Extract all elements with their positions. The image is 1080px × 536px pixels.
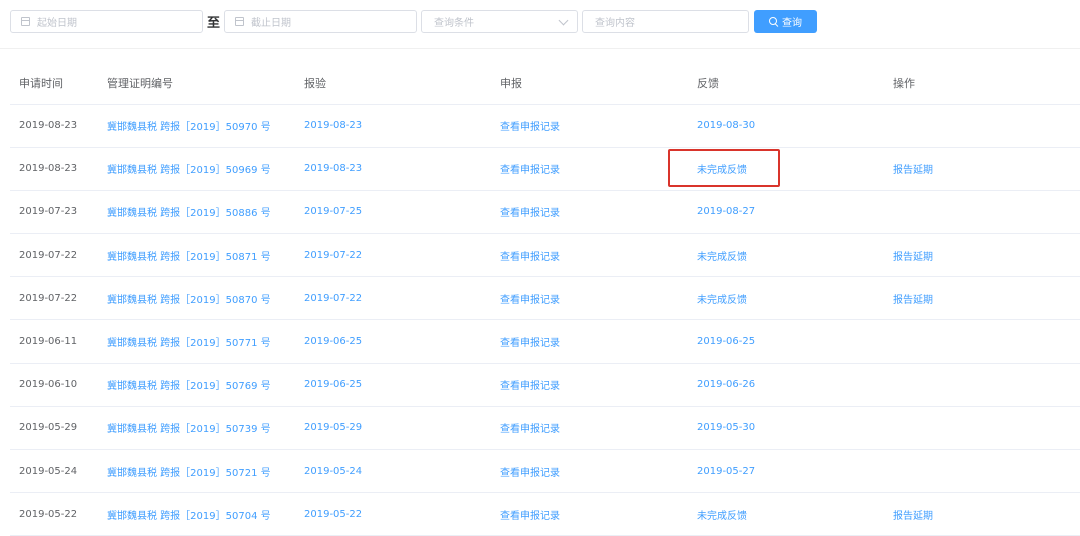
column-header-actions: 操作 bbox=[884, 62, 1080, 105]
inspection-date-link[interactable]: 2019-07-22 bbox=[295, 276, 491, 321]
report-delay-link[interactable]: 报告延期 bbox=[884, 492, 1080, 536]
feedback-link[interactable]: 2019-05-27 bbox=[688, 449, 884, 494]
view-declaration-link[interactable]: 查看申报记录 bbox=[491, 492, 688, 536]
cert-number-link[interactable]: 冀邯魏县税 跨报［2019］50870 号 bbox=[98, 276, 295, 321]
report-delay-link bbox=[884, 449, 1080, 494]
table-row: 2019-06-11 冀邯魏县税 跨报［2019］50771 号 2019-06-2… bbox=[10, 319, 1080, 364]
table-row: 2019-07-22 冀邯魏县税 跨报［2019］50871 号 2019-07-2… bbox=[10, 233, 1080, 278]
apply-time-cell: 2019-08-23 bbox=[10, 147, 98, 191]
view-declaration-link[interactable]: 查看申报记录 bbox=[491, 104, 688, 148]
start-date-placeholder: 起始日期 bbox=[37, 18, 77, 29]
feedback-link[interactable]: 未完成反馈 bbox=[688, 492, 884, 536]
table-row: 2019-05-29 冀邯魏县税 跨报［2019］50739 号 2019-05-2… bbox=[10, 406, 1080, 451]
cert-number-link[interactable]: 冀邯魏县税 跨报［2019］50970 号 bbox=[98, 104, 295, 148]
inspection-date-link[interactable]: 2019-07-25 bbox=[295, 190, 491, 235]
table-row: 2019-07-23 冀邯魏县税 跨报［2019］50886 号 2019-07-2… bbox=[10, 190, 1080, 235]
end-date-input[interactable]: 截止日期 bbox=[224, 10, 417, 33]
content-input[interactable]: 查询内容 bbox=[582, 10, 749, 33]
report-delay-link bbox=[884, 363, 1080, 407]
apply-time-cell: 2019-05-29 bbox=[10, 406, 98, 451]
start-date-input[interactable]: 起始日期 bbox=[10, 10, 203, 33]
column-header-feedback: 反馈 bbox=[688, 62, 884, 105]
cert-number-link[interactable]: 冀邯魏县税 跨报［2019］50871 号 bbox=[98, 233, 295, 278]
inspection-date-link[interactable]: 2019-06-25 bbox=[295, 319, 491, 364]
cert-number-link[interactable]: 冀邯魏县税 跨报［2019］50969 号 bbox=[98, 147, 295, 191]
search-button-label: 查询 bbox=[782, 18, 802, 29]
column-header-cert-number: 管理证明编号 bbox=[98, 62, 295, 105]
view-declaration-link[interactable]: 查看申报记录 bbox=[491, 233, 688, 278]
calendar-icon bbox=[235, 17, 244, 26]
report-delay-link bbox=[884, 104, 1080, 148]
condition-select[interactable]: 查询条件 bbox=[421, 10, 578, 33]
end-date-placeholder: 截止日期 bbox=[251, 18, 291, 29]
apply-time-cell: 2019-05-24 bbox=[10, 449, 98, 494]
feedback-link[interactable]: 2019-05-30 bbox=[688, 406, 884, 451]
apply-time-cell: 2019-07-22 bbox=[10, 233, 98, 278]
feedback-link[interactable]: 未完成反馈 bbox=[688, 276, 884, 321]
cert-number-link[interactable]: 冀邯魏县税 跨报［2019］50721 号 bbox=[98, 449, 295, 494]
inspection-date-link[interactable]: 2019-05-24 bbox=[295, 449, 491, 494]
records-table: 申请时间 管理证明编号 报验 申报 反馈 操作 2019-08-23 冀邯魏县税 … bbox=[10, 62, 1080, 536]
view-declaration-link[interactable]: 查看申报记录 bbox=[491, 276, 688, 321]
search-icon bbox=[769, 16, 777, 25]
apply-time-cell: 2019-07-22 bbox=[10, 276, 98, 321]
inspection-date-link[interactable]: 2019-08-23 bbox=[295, 104, 491, 148]
feedback-link[interactable]: 未完成反馈 bbox=[688, 147, 884, 191]
inspection-date-link[interactable]: 2019-05-29 bbox=[295, 406, 491, 451]
view-declaration-link[interactable]: 查看申报记录 bbox=[491, 363, 688, 407]
table-header-row: 申请时间 管理证明编号 报验 申报 反馈 操作 bbox=[10, 62, 1080, 105]
condition-placeholder: 查询条件 bbox=[434, 18, 474, 29]
chevron-down-icon bbox=[558, 15, 569, 26]
view-declaration-link[interactable]: 查看申报记录 bbox=[491, 449, 688, 494]
column-header-inspection: 报验 bbox=[295, 62, 491, 105]
table-row: 2019-07-22 冀邯魏县税 跨报［2019］50870 号 2019-07-2… bbox=[10, 276, 1080, 321]
apply-time-cell: 2019-05-22 bbox=[10, 492, 98, 536]
report-delay-link bbox=[884, 190, 1080, 235]
content-placeholder: 查询内容 bbox=[595, 18, 635, 29]
inspection-date-link[interactable]: 2019-05-22 bbox=[295, 492, 491, 536]
table-row: 2019-08-23 冀邯魏县税 跨报［2019］50969 号 2019-08-2… bbox=[10, 147, 1080, 191]
inspection-date-link[interactable]: 2019-06-25 bbox=[295, 363, 491, 407]
column-header-declaration: 申报 bbox=[491, 62, 688, 105]
search-button[interactable]: 查询 bbox=[754, 10, 817, 33]
feedback-link[interactable]: 2019-06-25 bbox=[688, 319, 884, 364]
apply-time-cell: 2019-06-11 bbox=[10, 319, 98, 364]
calendar-icon bbox=[21, 17, 30, 26]
inspection-date-link[interactable]: 2019-07-22 bbox=[295, 233, 491, 278]
filter-toolbar: 起始日期 至 截止日期 查询条件 查询内容 查询 bbox=[0, 0, 1080, 48]
table-row: 2019-05-22 冀邯魏县税 跨报［2019］50704 号 2019-05-2… bbox=[10, 492, 1080, 536]
cert-number-link[interactable]: 冀邯魏县税 跨报［2019］50739 号 bbox=[98, 406, 295, 451]
view-declaration-link[interactable]: 查看申报记录 bbox=[491, 190, 688, 235]
column-header-apply-time: 申请时间 bbox=[10, 62, 98, 105]
cert-number-link[interactable]: 冀邯魏县税 跨报［2019］50704 号 bbox=[98, 492, 295, 536]
table-row: 2019-06-10 冀邯魏县税 跨报［2019］50769 号 2019-06-2… bbox=[10, 363, 1080, 407]
toolbar-divider bbox=[0, 48, 1080, 49]
table-row: 2019-05-24 冀邯魏县税 跨报［2019］50721 号 2019-05-2… bbox=[10, 449, 1080, 494]
report-delay-link bbox=[884, 406, 1080, 451]
cert-number-link[interactable]: 冀邯魏县税 跨报［2019］50769 号 bbox=[98, 363, 295, 407]
view-declaration-link[interactable]: 查看申报记录 bbox=[491, 147, 688, 191]
cert-number-link[interactable]: 冀邯魏县税 跨报［2019］50771 号 bbox=[98, 319, 295, 364]
apply-time-cell: 2019-07-23 bbox=[10, 190, 98, 235]
view-declaration-link[interactable]: 查看申报记录 bbox=[491, 319, 688, 364]
view-declaration-link[interactable]: 查看申报记录 bbox=[491, 406, 688, 451]
table-row: 2019-08-23 冀邯魏县税 跨报［2019］50970 号 2019-08-2… bbox=[10, 104, 1080, 148]
report-delay-link bbox=[884, 319, 1080, 364]
cert-number-link[interactable]: 冀邯魏县税 跨报［2019］50886 号 bbox=[98, 190, 295, 235]
feedback-link[interactable]: 2019-08-30 bbox=[688, 104, 884, 148]
inspection-date-link[interactable]: 2019-08-23 bbox=[295, 147, 491, 191]
feedback-link[interactable]: 2019-06-26 bbox=[688, 363, 884, 407]
feedback-link[interactable]: 未完成反馈 bbox=[688, 233, 884, 278]
report-delay-link[interactable]: 报告延期 bbox=[884, 147, 1080, 191]
apply-time-cell: 2019-08-23 bbox=[10, 104, 98, 148]
report-delay-link[interactable]: 报告延期 bbox=[884, 276, 1080, 321]
date-range-separator: 至 bbox=[207, 16, 221, 31]
apply-time-cell: 2019-06-10 bbox=[10, 363, 98, 407]
feedback-link[interactable]: 2019-08-27 bbox=[688, 190, 884, 235]
report-delay-link[interactable]: 报告延期 bbox=[884, 233, 1080, 278]
